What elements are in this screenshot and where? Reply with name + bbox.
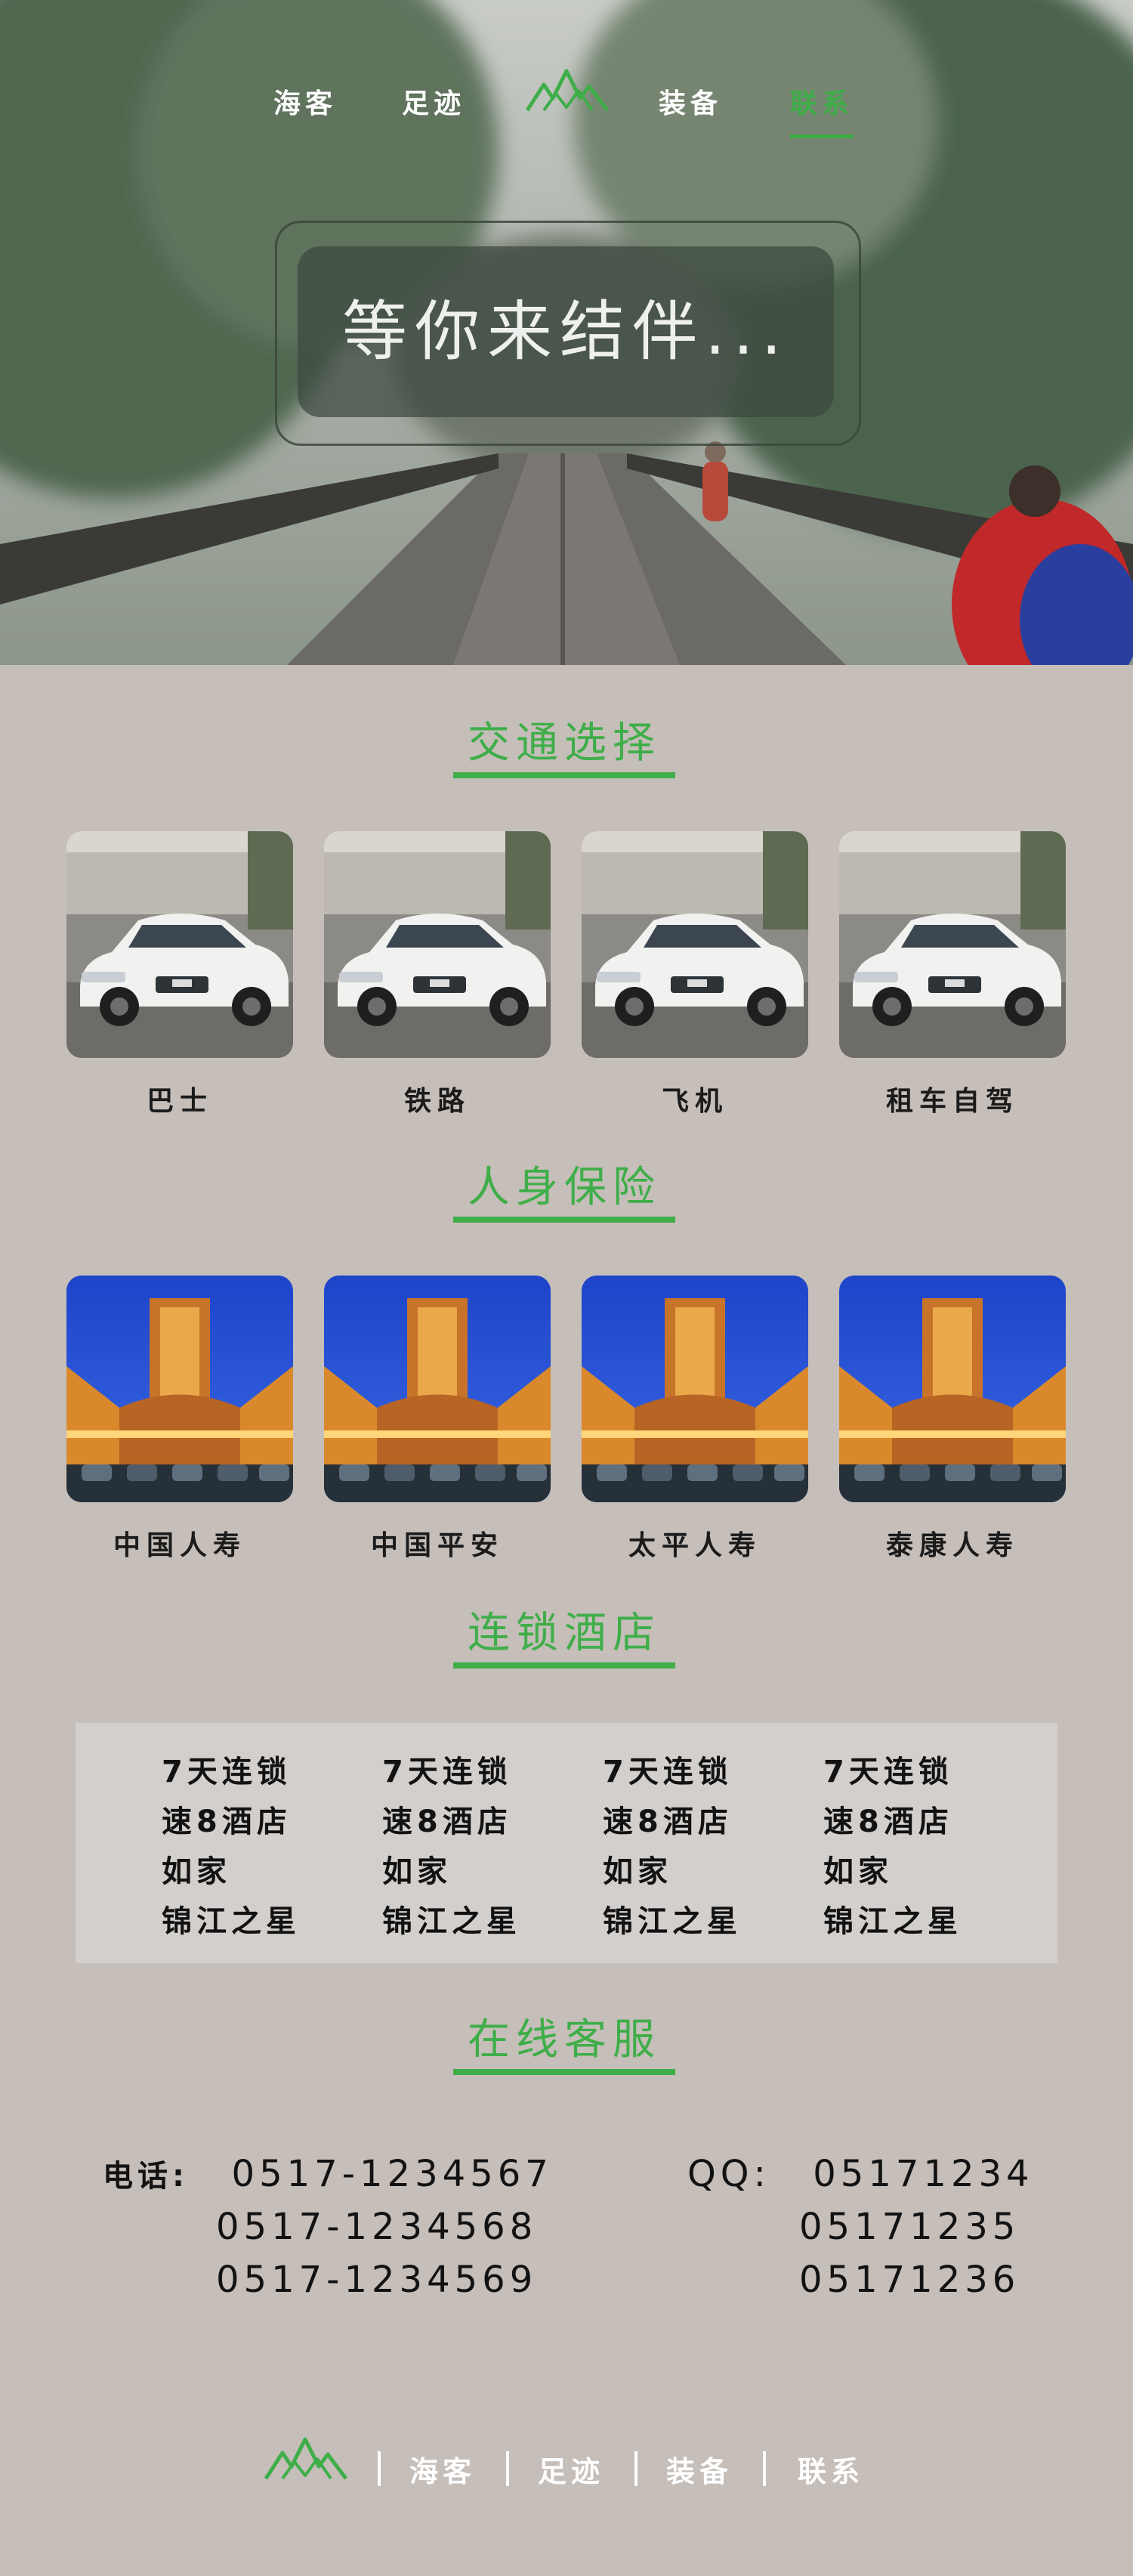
insurance-card-label[interactable]: 中国平安 <box>309 1523 566 1563</box>
insurance-card[interactable] <box>582 1276 808 1502</box>
hotel-column: 7天连锁 速8酒店 如家 锦江之星 <box>382 1747 579 1947</box>
lit-building-photo <box>582 1276 808 1502</box>
top-nav: 海客 足迹 装备 联系 <box>0 69 1133 138</box>
section-title-underline <box>453 772 675 778</box>
insurance-card[interactable] <box>839 1276 1066 1502</box>
footer-nav: 海客 足迹 装备 联系 <box>0 2433 1133 2509</box>
qq-number[interactable]: 05171234 <box>813 2153 1033 2195</box>
transport-card[interactable] <box>324 831 551 1058</box>
section-title-service: 在线客服 <box>453 2005 675 2075</box>
hotel-item[interactable]: 锦江之星 <box>603 1897 799 1947</box>
hotel-item[interactable]: 速8酒店 <box>382 1797 579 1847</box>
nav-item-zuji[interactable]: 足迹 <box>402 82 465 121</box>
lit-building-photo <box>324 1276 551 1502</box>
mountain-logo-icon[interactable] <box>264 2436 347 2482</box>
hotel-item[interactable]: 如家 <box>603 1847 799 1897</box>
phone-number[interactable]: 0517-1234569 <box>216 2259 537 2301</box>
footer-divider <box>378 2451 381 2486</box>
footer-link-haike[interactable]: 海客 <box>409 2448 476 2490</box>
section-title-text: 交通选择 <box>468 719 661 768</box>
transport-card[interactable] <box>839 831 1066 1058</box>
footer-divider <box>634 2451 638 2486</box>
transport-card-label[interactable]: 飞机 <box>566 1079 823 1118</box>
white-sedan-photo <box>839 831 1066 1058</box>
nav-item-lianxi[interactable]: 联系 <box>790 82 854 138</box>
phone-number[interactable]: 0517-1234568 <box>216 2206 537 2248</box>
footer-divider <box>763 2451 766 2486</box>
lit-building-photo <box>839 1276 1066 1502</box>
section-title-insurance: 人身保险 <box>453 1153 675 1223</box>
lit-building-photo <box>66 1276 293 1502</box>
section-title-transport: 交通选择 <box>453 709 675 778</box>
qq-block: QQ: 05171234 05171235 05171236 <box>687 2148 1034 2306</box>
footer-link-zuji[interactable]: 足迹 <box>538 2448 604 2490</box>
hotel-item[interactable]: 7天连锁 <box>823 1747 1020 1797</box>
qq-number[interactable]: 05171236 <box>799 2259 1020 2301</box>
hero-slogan: 等你来结伴... <box>341 294 789 370</box>
section-title-underline <box>453 1217 675 1223</box>
transport-card-label[interactable]: 铁路 <box>309 1079 566 1118</box>
nav-item-zhuangbei[interactable]: 装备 <box>659 82 722 121</box>
hotel-column: 7天连锁 速8酒店 如家 锦江之星 <box>823 1747 1020 1947</box>
nav-item-haike[interactable]: 海客 <box>273 82 337 121</box>
insurance-card[interactable] <box>66 1276 293 1502</box>
hotel-item[interactable]: 速8酒店 <box>823 1797 1020 1847</box>
qq-number[interactable]: 05171235 <box>799 2206 1020 2248</box>
hotel-item[interactable]: 如家 <box>162 1847 358 1897</box>
hotel-item[interactable]: 速8酒店 <box>162 1797 358 1847</box>
hotel-item[interactable]: 速8酒店 <box>603 1797 799 1847</box>
hotel-item[interactable]: 7天连锁 <box>162 1747 358 1797</box>
phone-label: 电话: <box>103 2159 189 2194</box>
white-sedan-photo <box>582 831 808 1058</box>
section-title-text: 在线客服 <box>468 2015 661 2064</box>
hotel-item[interactable]: 如家 <box>382 1847 579 1897</box>
hero-banner: 海客 足迹 装备 联系 等你来结伴... <box>0 0 1133 665</box>
section-title-underline <box>453 1662 675 1668</box>
footer-link-zhuangbei[interactable]: 装备 <box>666 2448 733 2490</box>
transport-card[interactable] <box>66 831 293 1058</box>
white-sedan-photo <box>66 831 293 1058</box>
section-title-text: 人身保险 <box>468 1163 661 1212</box>
hotel-item[interactable]: 锦江之星 <box>823 1897 1020 1947</box>
hotel-column: 7天连锁 速8酒店 如家 锦江之星 <box>603 1747 799 1947</box>
transport-card-label[interactable]: 租车自驾 <box>824 1079 1081 1118</box>
section-title-underline <box>453 2069 675 2075</box>
hotel-item[interactable]: 7天连锁 <box>382 1747 579 1797</box>
insurance-card-label[interactable]: 中国人寿 <box>51 1523 308 1563</box>
insurance-card[interactable] <box>324 1276 551 1502</box>
footer-link-lianxi[interactable]: 联系 <box>798 2448 864 2490</box>
hotel-item[interactable]: 锦江之星 <box>382 1897 579 1947</box>
transport-card-label[interactable]: 巴士 <box>51 1079 308 1118</box>
qq-label: QQ: <box>687 2153 770 2195</box>
insurance-card-label[interactable]: 泰康人寿 <box>824 1523 1081 1563</box>
phone-block: 电话: 0517-1234567 0517-1234568 0517-12345… <box>103 2148 553 2306</box>
section-title-hotels: 连锁酒店 <box>453 1599 675 1668</box>
hotel-item[interactable]: 如家 <box>823 1847 1020 1897</box>
phone-number[interactable]: 0517-1234567 <box>232 2153 553 2195</box>
footer-divider <box>506 2451 509 2486</box>
white-sedan-photo <box>324 831 551 1058</box>
hotel-item[interactable]: 锦江之星 <box>162 1897 358 1947</box>
section-title-text: 连锁酒店 <box>468 1609 661 1658</box>
mountain-logo-icon[interactable] <box>526 68 609 113</box>
insurance-card-label[interactable]: 太平人寿 <box>566 1523 823 1563</box>
hotel-item[interactable]: 7天连锁 <box>603 1747 799 1797</box>
hotel-column: 7天连锁 速8酒店 如家 锦江之星 <box>162 1747 358 1947</box>
transport-card[interactable] <box>582 831 808 1058</box>
